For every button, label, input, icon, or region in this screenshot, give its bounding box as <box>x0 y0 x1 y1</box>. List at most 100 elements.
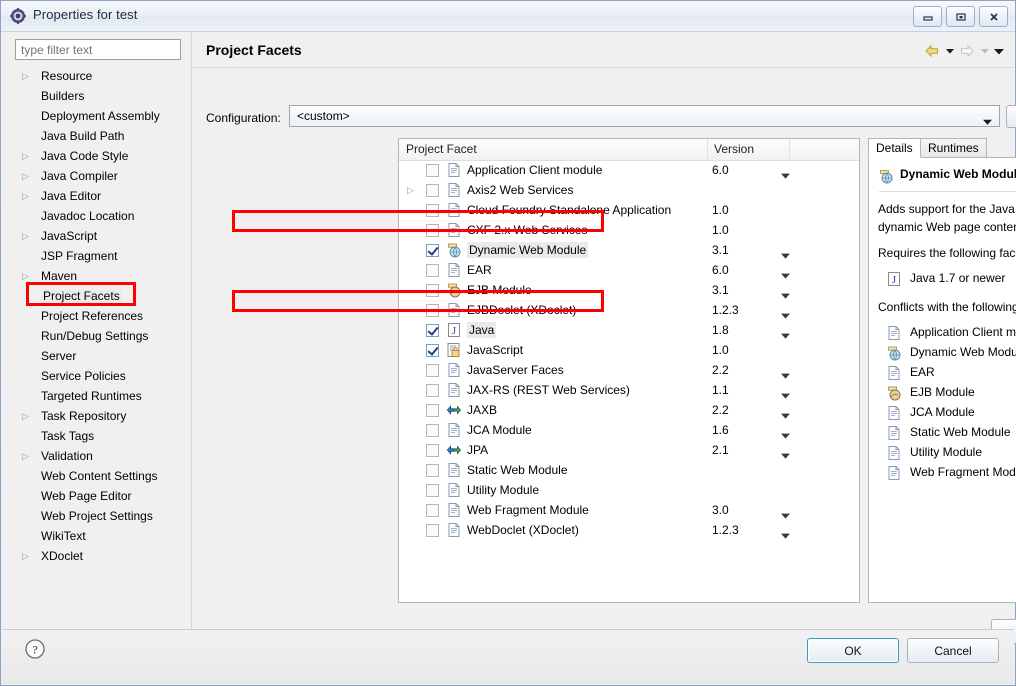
expand-arrow-icon[interactable]: ▷ <box>22 226 29 246</box>
facet-version: 1.1 <box>712 383 729 397</box>
facet-name: JAX-RS (REST Web Services) <box>467 383 630 397</box>
table-row[interactable]: JavaScript 1.0 <box>399 340 859 360</box>
facet-checkbox[interactable] <box>426 224 439 237</box>
table-row[interactable]: JAX-RS (REST Web Services) 1.1 <box>399 380 859 400</box>
sidebar-item-task-tags[interactable]: Task Tags <box>3 426 191 446</box>
expand-arrow-icon[interactable]: ▷ <box>22 186 29 206</box>
facet-checkbox[interactable] <box>426 304 439 317</box>
sidebar-item-task-repository[interactable]: ▷ Task Repository <box>3 406 191 426</box>
sidebar-item-wikitext[interactable]: WikiText <box>3 526 191 546</box>
restore-button[interactable] <box>946 6 975 27</box>
facet-name: CXF 2.x Web Services <box>467 223 588 237</box>
sidebar-item-label: Task Tags <box>41 429 95 443</box>
expand-arrow-icon[interactable]: ▷ <box>22 166 29 186</box>
facet-checkbox[interactable] <box>426 244 439 257</box>
sidebar-item-deployment-assembly[interactable]: Deployment Assembly <box>3 106 191 126</box>
facet-checkbox[interactable] <box>426 524 439 537</box>
expand-arrow-icon[interactable]: ▷ <box>22 66 29 86</box>
facet-checkbox[interactable] <box>426 404 439 417</box>
expand-arrow-icon[interactable]: ▷ <box>22 446 29 466</box>
facet-checkbox[interactable] <box>426 204 439 217</box>
table-row[interactable]: EJB Module 3.1 <box>399 280 859 300</box>
facet-checkbox[interactable] <box>426 364 439 377</box>
facet-checkbox[interactable] <box>426 444 439 457</box>
configuration-select[interactable]: <custom> <box>289 105 1000 127</box>
expand-arrow-icon[interactable]: ▷ <box>22 406 29 426</box>
column-header-facet[interactable]: Project Facet <box>399 139 708 160</box>
facet-checkbox[interactable] <box>426 384 439 397</box>
doc-icon <box>886 425 902 441</box>
facet-checkbox[interactable] <box>426 184 439 197</box>
column-header-extra[interactable] <box>789 139 859 160</box>
sidebar-item-web-page-editor[interactable]: Web Page Editor <box>3 486 191 506</box>
table-row[interactable]: ▷ Axis2 Web Services <box>399 180 859 200</box>
table-row[interactable]: WebDoclet (XDoclet) 1.2.3 <box>399 520 859 540</box>
filter-input[interactable] <box>15 39 181 60</box>
facet-checkbox[interactable] <box>426 344 439 357</box>
facet-checkbox[interactable] <box>426 264 439 277</box>
details-tabstrip: Details Runtimes <box>868 138 1016 158</box>
table-row[interactable]: J Java 1.8 <box>399 320 859 340</box>
back-arrow-icon[interactable] <box>923 43 941 59</box>
tab-details[interactable]: Details <box>868 138 921 158</box>
table-row[interactable]: EAR 6.0 <box>399 260 859 280</box>
expand-arrow-icon[interactable]: ▷ <box>22 266 29 286</box>
facet-checkbox[interactable] <box>426 164 439 177</box>
table-row[interactable]: EJBDoclet (XDoclet) 1.2.3 <box>399 300 859 320</box>
table-row[interactable]: Dynamic Web Module 3.1 <box>399 240 859 260</box>
sidebar-item-java-compiler[interactable]: ▷ Java Compiler <box>3 166 191 186</box>
view-menu-icon[interactable] <box>993 43 1004 59</box>
sidebar-item-java-build-path[interactable]: Java Build Path <box>3 126 191 146</box>
table-row[interactable]: Static Web Module <box>399 460 859 480</box>
table-row[interactable]: JAXB 2.2 <box>399 400 859 420</box>
table-row[interactable]: CXF 2.x Web Services 1.0 <box>399 220 859 240</box>
facet-checkbox[interactable] <box>426 484 439 497</box>
table-row[interactable]: Cloud Foundry Standalone Application 1.0 <box>399 200 859 220</box>
column-header-version[interactable]: Version <box>707 139 790 160</box>
help-icon[interactable]: ? <box>24 638 46 660</box>
table-row[interactable]: Web Fragment Module 3.0 <box>399 500 859 520</box>
sidebar-item-validation[interactable]: ▷ Validation <box>3 446 191 466</box>
sidebar-item-maven[interactable]: ▷ Maven <box>3 266 191 286</box>
sidebar-item-project-references[interactable]: Project References <box>3 306 191 326</box>
sidebar-item-xdoclet[interactable]: ▷ XDoclet <box>3 546 191 566</box>
sidebar-item-targeted-runtimes[interactable]: Targeted Runtimes <box>3 386 191 406</box>
sidebar-item-javadoc-location[interactable]: Javadoc Location <box>3 206 191 226</box>
sidebar-item-jsp-fragment[interactable]: JSP Fragment <box>3 246 191 266</box>
table-row[interactable]: JPA 2.1 <box>399 440 859 460</box>
expand-arrow-icon[interactable]: ▷ <box>407 185 417 195</box>
doc-icon <box>446 202 462 218</box>
sidebar-item-service-policies[interactable]: Service Policies <box>3 366 191 386</box>
sidebar-item-web-project-settings[interactable]: Web Project Settings <box>3 506 191 526</box>
save-as-button[interactable]: Save As... <box>1006 105 1016 128</box>
facet-checkbox[interactable] <box>426 464 439 477</box>
tab-runtimes[interactable]: Runtimes <box>920 138 987 158</box>
sidebar-item-server[interactable]: Server <box>3 346 191 366</box>
sidebar-item-web-content-settings[interactable]: Web Content Settings <box>3 466 191 486</box>
sidebar-item-java-code-style[interactable]: ▷ Java Code Style <box>3 146 191 166</box>
conflicts-label: Conflicts with the following facets: <box>878 300 1016 314</box>
sidebar-item-project-facets[interactable]: Project Facets <box>3 286 191 306</box>
facet-checkbox[interactable] <box>426 324 439 337</box>
sidebar-item-builders[interactable]: Builders <box>3 86 191 106</box>
cancel-button[interactable]: Cancel <box>907 638 999 663</box>
table-row[interactable]: JCA Module 1.6 <box>399 420 859 440</box>
table-row[interactable]: Application Client module 6.0 <box>399 160 859 180</box>
facet-checkbox[interactable] <box>426 284 439 297</box>
expand-arrow-icon[interactable]: ▷ <box>22 146 29 166</box>
sidebar-item-run-debug-settings[interactable]: Run/Debug Settings <box>3 326 191 346</box>
close-button[interactable] <box>979 6 1008 27</box>
table-row[interactable]: JavaServer Faces 2.2 <box>399 360 859 380</box>
expand-arrow-icon[interactable]: ▷ <box>22 546 29 566</box>
sidebar-item-java-editor[interactable]: ▷ Java Editor <box>3 186 191 206</box>
sidebar-item-resource[interactable]: ▷ Resource <box>3 66 191 86</box>
back-dropdown-icon[interactable] <box>944 43 955 59</box>
facet-version: 1.2.3 <box>712 303 739 317</box>
facet-checkbox[interactable] <box>426 424 439 437</box>
minimize-button[interactable] <box>913 6 942 27</box>
sidebar-item-javascript[interactable]: ▷ JavaScript <box>3 226 191 246</box>
version-dropdown-icon[interactable] <box>781 528 790 542</box>
table-row[interactable]: Utility Module <box>399 480 859 500</box>
ok-button[interactable]: OK <box>807 638 899 663</box>
facet-checkbox[interactable] <box>426 504 439 517</box>
